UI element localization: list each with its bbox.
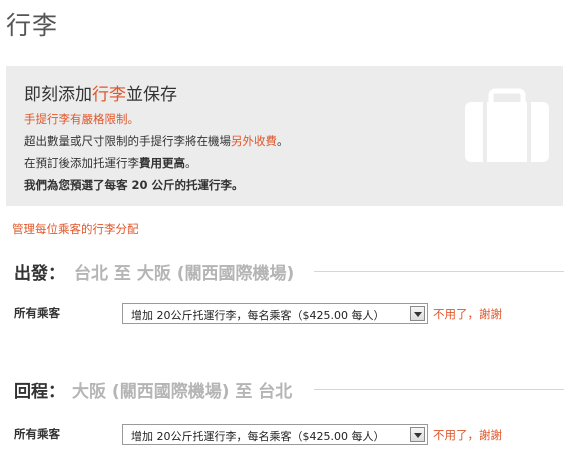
promo-line-extra-fee: 超出數量或尺寸限制的手提行李將在機場另外收費。 — [24, 133, 289, 149]
outbound-section-header: 出發： 台北 至 大阪 (關西國際機場) — [14, 259, 564, 284]
outbound-no-thanks-link[interactable]: 不用了，謝謝 — [433, 306, 502, 322]
chevron-down-icon[interactable] — [410, 427, 425, 442]
promo-title-suffix: 並保存 — [126, 85, 177, 105]
outbound-passenger-label: 所有乘客 — [14, 306, 60, 320]
promo-line-extra-fee-suffix: 。 — [277, 134, 289, 148]
outbound-baggage-select[interactable]: 增加 20公斤托運行李，每名乘客（$425.00 每人） — [122, 303, 428, 324]
return-baggage-select[interactable]: 增加 20公斤托運行李，每名乘客（$425.00 每人） — [122, 424, 428, 445]
promo-title-prefix: 即刻添加 — [24, 85, 92, 105]
outbound-divider — [314, 271, 564, 272]
promo-title-highlight: 行李 — [92, 85, 126, 105]
manage-baggage-link[interactable]: 管理每位乘客的行李分配 — [12, 221, 139, 237]
return-route: 大阪 (關西國際機場) 至 台北 — [72, 382, 293, 402]
promo-line-preselected-text: 我們為您預選了每客 20 公斤的托運行李。 — [24, 178, 244, 192]
promo-line-extra-fee-prefix: 超出數量或尺寸限制的手提行李將在機場 — [24, 134, 231, 148]
promo-line-higher-cost-prefix: 在預訂後添加托運行李 — [24, 156, 139, 170]
promo-line-carry-on: 手提行李有嚴格限制。 — [24, 112, 139, 126]
outbound-baggage-select-value: 增加 20公斤托運行李，每名乘客（$425.00 每人） — [131, 309, 385, 322]
luggage-icon — [465, 88, 549, 162]
promo-line-higher-cost-bold: 費用更高 — [139, 156, 185, 170]
baggage-promo-panel: 即刻添加行李並保存 手提行李有嚴格限制。 超出數量或尺寸限制的手提行李將在機場另… — [6, 66, 563, 206]
return-divider — [314, 389, 564, 390]
promo-line-higher-cost: 在預訂後添加托運行李費用更高。 — [24, 155, 197, 171]
return-section-header: 回程： 大阪 (關西國際機場) 至 台北 — [14, 377, 564, 402]
chevron-down-icon[interactable] — [410, 306, 425, 321]
return-passenger-label: 所有乘客 — [14, 427, 60, 441]
return-baggage-select-value: 增加 20公斤托運行李，每名乘客（$425.00 每人） — [131, 430, 385, 443]
page-title: 行李 — [6, 11, 59, 40]
promo-title: 即刻添加行李並保存 — [24, 80, 177, 105]
return-no-thanks-link[interactable]: 不用了，謝謝 — [433, 427, 502, 443]
promo-line-preselected: 我們為您預選了每客 20 公斤的托運行李。 — [24, 177, 244, 193]
promo-line-higher-cost-suffix: 。 — [185, 156, 197, 170]
outbound-label: 出發： — [14, 264, 65, 284]
return-label: 回程： — [14, 382, 65, 402]
outbound-route: 台北 至 大阪 (關西國際機場) — [74, 264, 295, 284]
promo-line-extra-fee-highlight: 另外收費 — [231, 134, 277, 148]
